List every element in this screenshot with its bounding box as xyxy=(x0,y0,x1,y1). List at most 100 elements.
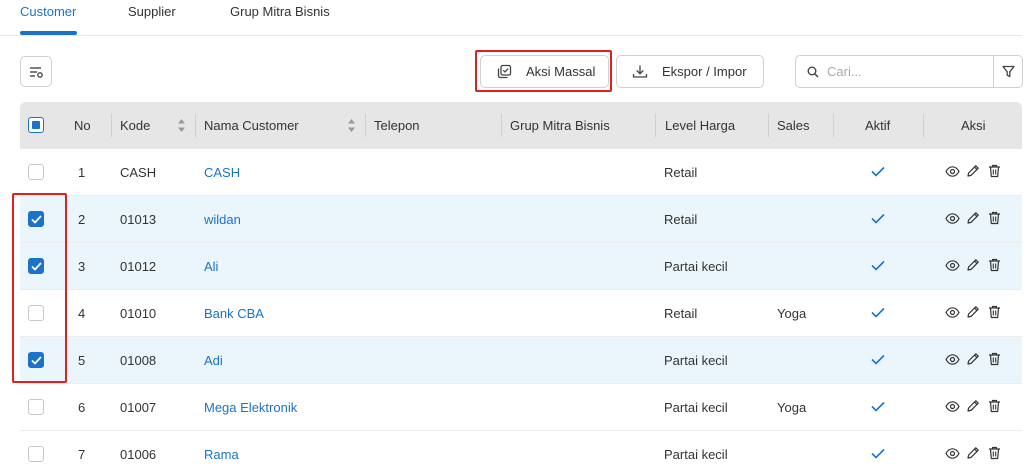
column-settings-button[interactable] xyxy=(20,56,52,87)
cell-customer-name[interactable]: CASH xyxy=(204,149,240,195)
cell-no: 4 xyxy=(78,305,86,321)
cell-price-level: Partai kecil xyxy=(664,258,728,274)
trash-icon[interactable] xyxy=(988,352,1001,366)
cell-code: 01010 xyxy=(120,305,157,321)
header-code[interactable]: Kode xyxy=(120,102,150,149)
eye-icon[interactable] xyxy=(945,401,960,412)
table-row: 2 01013 wildan Retail xyxy=(20,196,1022,243)
trash-icon[interactable] xyxy=(988,305,1001,319)
cell-no: 6 xyxy=(78,399,86,415)
table-row: 5 01008 Adi Partai kecil xyxy=(20,337,1022,384)
select-all-checkbox[interactable] xyxy=(28,117,44,133)
cell-customer-name[interactable]: Bank CBA xyxy=(204,290,264,336)
cell-code: 01013 xyxy=(120,211,157,227)
header-no: No xyxy=(74,118,91,133)
tab-grup-mitra-bisnis[interactable]: Grup Mitra Bisnis xyxy=(230,4,330,19)
cell-customer-name[interactable]: wildan xyxy=(204,196,241,242)
check-icon xyxy=(871,260,885,271)
eye-icon[interactable] xyxy=(945,260,960,271)
filter-button[interactable] xyxy=(993,55,1023,88)
export-import-button[interactable]: Ekspor / Impor xyxy=(616,55,764,88)
check-icon xyxy=(871,213,885,224)
row-checkbox[interactable] xyxy=(28,446,44,462)
cell-code: 01006 xyxy=(120,446,157,462)
header-group: Grup Mitra Bisnis xyxy=(510,118,610,133)
pencil-icon[interactable] xyxy=(966,352,980,366)
filter-icon xyxy=(1001,65,1015,78)
cell-price-level: Retail xyxy=(664,211,698,227)
cell-code: 01012 xyxy=(120,258,157,274)
cell-code: 01008 xyxy=(120,352,157,368)
header-phone: Telepon xyxy=(374,118,420,133)
pencil-icon[interactable] xyxy=(966,446,980,460)
cell-no: 2 xyxy=(78,211,86,227)
table-body: 1 CASH CASH Retail 2 01013 wildan Retail 3 01012 A… xyxy=(20,149,1022,474)
eye-icon[interactable] xyxy=(945,166,960,177)
cell-customer-name[interactable]: Rama xyxy=(204,431,239,474)
tab-customer[interactable]: Customer xyxy=(20,4,76,19)
trash-icon[interactable] xyxy=(988,211,1001,225)
export-import-label: Ekspor / Impor xyxy=(662,64,747,79)
eye-icon[interactable] xyxy=(945,448,960,459)
trash-icon[interactable] xyxy=(988,446,1001,460)
cell-sales: Yoga xyxy=(777,399,807,415)
cell-price-level: Retail xyxy=(664,305,698,321)
header-sales: Sales xyxy=(777,118,810,133)
sort-icon[interactable] xyxy=(347,118,356,133)
cell-sales: Yoga xyxy=(777,305,807,321)
table-row: 3 01012 Ali Partai kecil xyxy=(20,243,1022,290)
selected-checkboxes-highlight xyxy=(12,193,67,383)
trash-icon[interactable] xyxy=(988,258,1001,272)
pencil-icon[interactable] xyxy=(966,399,980,413)
table-row: 7 01006 Rama Partai kecil xyxy=(20,431,1022,474)
eye-icon[interactable] xyxy=(945,307,960,318)
eye-icon[interactable] xyxy=(945,354,960,365)
table-row: 4 01010 Bank CBA Retail Yoga xyxy=(20,290,1022,337)
check-icon xyxy=(871,448,885,459)
mass-action-highlight xyxy=(475,50,612,92)
cell-code: CASH xyxy=(120,164,157,180)
cell-customer-name[interactable]: Mega Elektronik xyxy=(204,384,297,430)
pencil-icon[interactable] xyxy=(966,258,980,272)
customer-table: No Kode Nama Customer Telepon Grup Mitra… xyxy=(20,102,1022,474)
cell-customer-name[interactable]: Adi xyxy=(204,337,223,383)
pencil-icon[interactable] xyxy=(966,211,980,225)
eye-icon[interactable] xyxy=(945,213,960,224)
trash-icon[interactable] xyxy=(988,399,1001,413)
cell-no: 7 xyxy=(78,446,86,462)
active-tab-indicator xyxy=(20,31,77,35)
pencil-icon[interactable] xyxy=(966,164,980,178)
search-input[interactable] xyxy=(827,64,987,79)
cell-price-level: Retail xyxy=(664,164,698,180)
table-row: 1 CASH CASH Retail xyxy=(20,149,1022,196)
check-icon xyxy=(871,307,885,318)
header-name[interactable]: Nama Customer xyxy=(204,102,299,149)
search-icon xyxy=(807,66,819,78)
cell-code: 01007 xyxy=(120,399,157,415)
download-icon xyxy=(632,65,648,78)
check-icon xyxy=(871,354,885,365)
column-settings-icon xyxy=(30,66,43,78)
table-header: No Kode Nama Customer Telepon Grup Mitra… xyxy=(20,102,1022,149)
header-active: Aktif xyxy=(865,118,891,133)
tab-bar: Customer Supplier Grup Mitra Bisnis xyxy=(0,0,1022,36)
trash-icon[interactable] xyxy=(988,164,1001,178)
row-checkbox[interactable] xyxy=(28,399,44,415)
check-icon xyxy=(871,166,885,177)
cell-no: 3 xyxy=(78,258,86,274)
cell-price-level: Partai kecil xyxy=(664,352,728,368)
sort-icon[interactable] xyxy=(177,118,186,133)
table-row: 6 01007 Mega Elektronik Partai kecil Yoga xyxy=(20,384,1022,431)
cell-price-level: Partai kecil xyxy=(664,446,728,462)
search-box xyxy=(795,55,994,88)
row-checkbox[interactable] xyxy=(28,164,44,180)
cell-price-level: Partai kecil xyxy=(664,399,728,415)
pencil-icon[interactable] xyxy=(966,305,980,319)
cell-no: 1 xyxy=(78,164,86,180)
header-actions: Aksi xyxy=(961,118,986,133)
tab-supplier[interactable]: Supplier xyxy=(128,4,176,19)
check-icon xyxy=(871,401,885,412)
cell-no: 5 xyxy=(78,352,86,368)
header-price-level: Level Harga xyxy=(665,118,736,133)
cell-customer-name[interactable]: Ali xyxy=(204,243,218,289)
